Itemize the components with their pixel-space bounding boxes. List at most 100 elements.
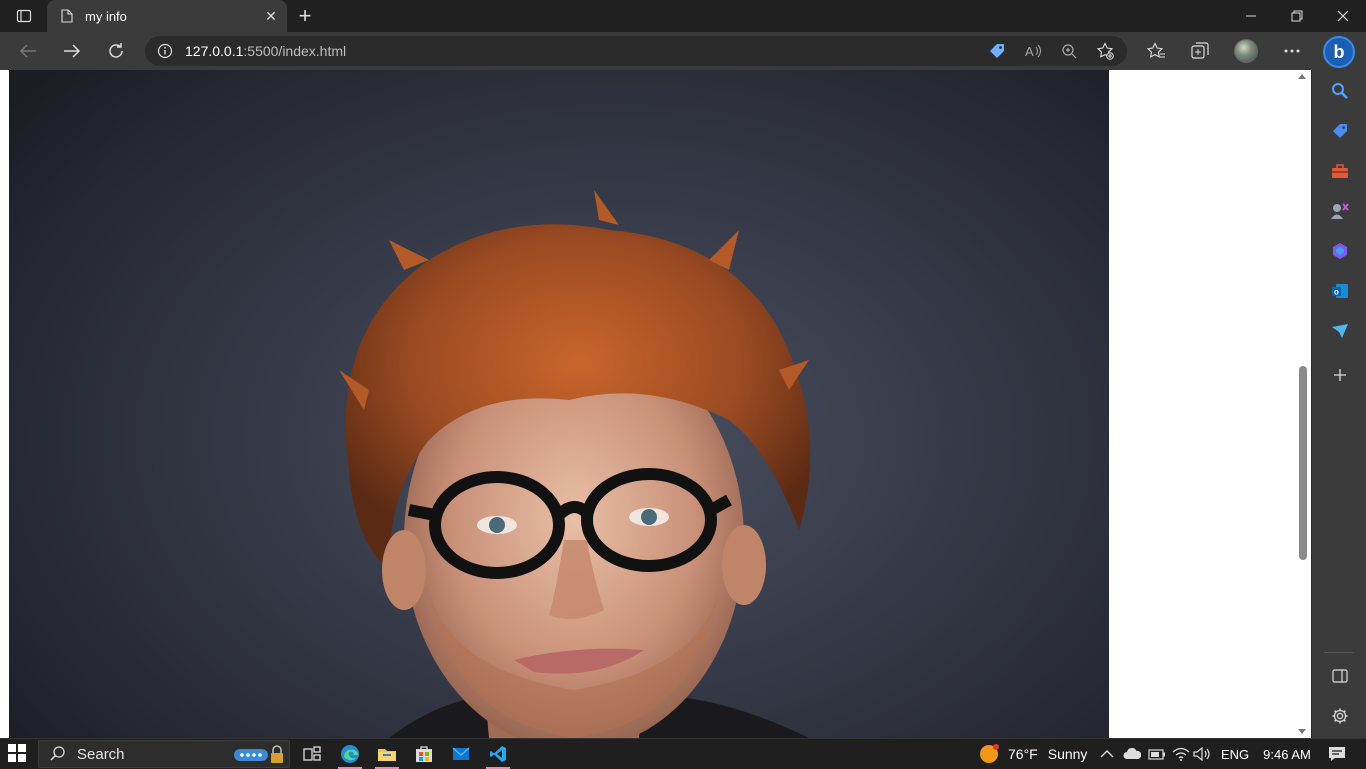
read-aloud-icon: A	[1025, 44, 1041, 59]
forward-arrow-icon	[64, 44, 81, 58]
speaker-icon	[1193, 747, 1210, 761]
profile-button[interactable]	[1231, 37, 1261, 65]
send-icon	[1332, 324, 1348, 338]
mail-icon	[452, 747, 470, 760]
onedrive-button[interactable]	[1123, 739, 1141, 769]
close-window-button[interactable]	[1320, 0, 1366, 32]
forward-button[interactable]	[57, 37, 87, 65]
sidebar-office[interactable]	[1326, 237, 1354, 265]
search-icon	[50, 746, 65, 761]
collections-button[interactable]	[1185, 37, 1215, 65]
store-icon	[416, 746, 432, 762]
zoom-in-icon	[1062, 44, 1077, 59]
notifications-button[interactable]	[1322, 739, 1352, 769]
notification-icon	[1329, 747, 1345, 761]
chevron-up-icon	[1100, 750, 1114, 758]
add-favorite-button[interactable]	[1093, 39, 1117, 63]
vertical-scrollbar[interactable]	[1295, 70, 1311, 738]
restore-button[interactable]	[1274, 0, 1320, 32]
sidebar-add[interactable]	[1326, 361, 1354, 389]
minimize-icon	[1246, 15, 1256, 17]
settings-more-button[interactable]	[1277, 37, 1307, 65]
network-button[interactable]	[1172, 739, 1190, 769]
star-add-icon	[1096, 42, 1114, 60]
sidebar-drop[interactable]	[1326, 317, 1354, 345]
bing-chat-button[interactable]: b	[1323, 36, 1355, 68]
more-icon	[1284, 49, 1300, 53]
sidebar-outlook[interactable]: o	[1326, 277, 1354, 305]
vscode-icon	[490, 746, 506, 762]
avatar	[1234, 39, 1258, 63]
task-view-button[interactable]	[294, 739, 330, 769]
tray-overflow-button[interactable]	[1100, 739, 1114, 769]
search-icon	[1332, 83, 1348, 99]
tab-title: my info	[85, 8, 127, 24]
shopping-tag-button[interactable]	[985, 39, 1009, 63]
gear-icon	[1332, 708, 1348, 724]
address-bar[interactable]: 127.0.0.1:5500/index.html	[145, 36, 1127, 66]
taskbar-store[interactable]	[406, 739, 442, 769]
sidebar-hide-button[interactable]	[1326, 662, 1354, 690]
portrait-photo	[9, 70, 1109, 738]
svg-text:o: o	[1334, 288, 1339, 297]
restore-icon	[1291, 10, 1303, 22]
battery-icon	[1148, 749, 1165, 760]
tab-close-icon[interactable]: ✕	[259, 4, 283, 28]
sidebar-shopping[interactable]	[1326, 117, 1354, 145]
tab-actions-button[interactable]	[8, 4, 40, 28]
page-icon	[59, 8, 75, 24]
favorites-button[interactable]	[1141, 37, 1171, 65]
task-view-icon	[303, 746, 321, 761]
zoom-button[interactable]	[1057, 39, 1081, 63]
taskbar-search-box[interactable]: Search	[38, 740, 290, 768]
taskbar-file-explorer[interactable]	[369, 739, 405, 769]
language-label: ENG	[1221, 746, 1250, 762]
tag-icon	[990, 44, 1004, 58]
page-margin	[0, 70, 9, 738]
sidebar-search[interactable]	[1326, 77, 1354, 105]
plus-icon	[1334, 369, 1346, 381]
taskbar-vscode[interactable]	[480, 739, 516, 769]
minimize-button[interactable]	[1228, 0, 1274, 32]
weather-condition: Sunny	[1047, 746, 1088, 762]
refresh-button[interactable]	[101, 37, 131, 65]
taskbar-mail[interactable]	[443, 739, 479, 769]
sidebar-divider	[1324, 652, 1354, 653]
sidebar-panel-icon	[1332, 669, 1348, 683]
toolbox-icon	[1332, 164, 1348, 178]
back-arrow-icon	[19, 44, 36, 58]
language-indicator[interactable]: ENG	[1221, 739, 1249, 769]
tab-my-info[interactable]: my info ✕	[47, 0, 287, 32]
close-icon	[1337, 10, 1349, 22]
browser-toolbar: 127.0.0.1:5500/index.html A	[0, 32, 1366, 70]
weather-temp: 76°F	[1008, 746, 1038, 762]
favorites-icon	[1146, 42, 1165, 58]
sidebar-games[interactable]	[1326, 197, 1354, 225]
edge-icon	[341, 745, 359, 763]
collections-icon	[1191, 42, 1209, 59]
volume-button[interactable]	[1193, 739, 1211, 769]
games-icon	[1331, 203, 1349, 219]
back-button[interactable]	[13, 37, 43, 65]
clock[interactable]: 9:46 AM	[1261, 739, 1313, 769]
battery-button[interactable]	[1148, 739, 1166, 769]
taskbar-edge[interactable]	[332, 739, 368, 769]
svg-text:A: A	[1025, 44, 1034, 59]
tab-actions-icon	[16, 9, 32, 23]
start-button[interactable]	[8, 744, 28, 764]
scrollbar-thumb[interactable]	[1299, 366, 1307, 560]
sun-icon	[980, 744, 999, 763]
sidebar-tools[interactable]	[1326, 157, 1354, 185]
clock-time: 9:46 AM	[1263, 746, 1311, 762]
scroll-up-arrow-icon[interactable]	[1298, 74, 1306, 79]
bing-icon: b	[1333, 41, 1345, 62]
new-tab-button[interactable]: +	[292, 3, 318, 28]
weather-widget[interactable]: 76°F Sunny	[978, 739, 1087, 769]
edge-sidebar: o	[1311, 70, 1366, 738]
title-bar: my info ✕ +	[0, 0, 1366, 32]
read-aloud-button[interactable]: A	[1021, 39, 1045, 63]
password-lock-icon	[234, 745, 283, 763]
scroll-down-arrow-icon[interactable]	[1298, 729, 1306, 734]
site-info-icon[interactable]	[145, 43, 185, 59]
sidebar-settings[interactable]	[1326, 702, 1354, 730]
